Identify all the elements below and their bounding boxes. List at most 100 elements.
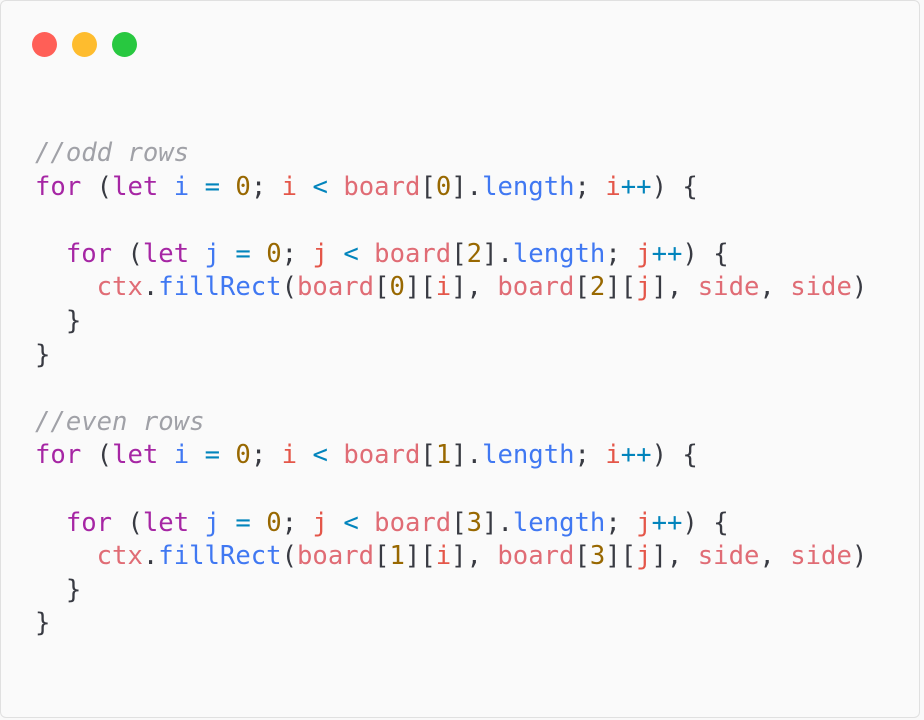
code-token-number: 1 xyxy=(389,541,405,572)
minimize-dot[interactable] xyxy=(72,32,97,57)
code-token-plain: ; xyxy=(250,171,282,202)
code-token-plain: [ xyxy=(574,272,590,303)
code-token-plain: ]. xyxy=(451,171,483,202)
code-token-plain: ][ xyxy=(605,541,637,572)
code-line: for (let j = 0; j < board[2].length; j++… xyxy=(35,238,867,272)
code-line: //odd rows xyxy=(35,137,867,171)
code-token-identifier: board xyxy=(297,272,375,303)
code-token-plain: } xyxy=(35,608,51,639)
code-line: } xyxy=(35,339,867,373)
code-token-variable: i xyxy=(281,171,298,202)
code-token-identifier: side xyxy=(790,541,852,572)
code-token-plain: ) xyxy=(851,272,868,303)
code-token-number: 0 xyxy=(389,272,405,303)
code-token-variable: j xyxy=(636,272,652,303)
code-token-plain: ; xyxy=(250,440,282,471)
close-dot[interactable] xyxy=(32,32,57,57)
code-token-number: 1 xyxy=(435,440,452,471)
zoom-dot[interactable] xyxy=(112,32,137,57)
code-token-identifier: side xyxy=(790,272,852,303)
code-token-operator: ++ xyxy=(651,238,683,269)
code-token-number: 2 xyxy=(466,238,483,269)
code-token-plain: [ xyxy=(451,238,467,269)
code-token-operator: < xyxy=(312,171,328,202)
code-token-plain: ) xyxy=(851,541,868,572)
code-token-plain: . xyxy=(142,272,159,303)
code-block[interactable]: //odd rows for (let i = 0; i < board[0].l… xyxy=(35,137,867,641)
code-token-variable: i xyxy=(605,171,621,202)
code-token-number: 0 xyxy=(235,440,251,471)
code-line: for (let i = 0; i < board[0].length; i++… xyxy=(35,171,867,205)
code-line: ctx.fillRect(board[1][i], board[3][j], s… xyxy=(35,540,868,574)
code-line: ​ xyxy=(35,204,867,238)
code-token-operator: = xyxy=(204,171,220,202)
code-token-identifier: board xyxy=(497,541,575,572)
code-token-plain: [ xyxy=(374,272,390,303)
code-token-plain: ]. xyxy=(482,507,513,538)
code-token-operator: ++ xyxy=(620,171,652,202)
code-token-plain: ) { xyxy=(682,238,729,269)
code-token-identifier: side xyxy=(697,541,760,572)
code-token-keyword: for xyxy=(35,440,82,471)
code-token-number: 0 xyxy=(235,171,251,202)
code-token-identifier: board xyxy=(297,541,375,572)
code-token-number: 2 xyxy=(589,272,606,303)
code-token-keyword: let xyxy=(112,440,159,471)
code-token-plain: ) { xyxy=(651,171,698,202)
code-token-property: length xyxy=(512,238,606,269)
code-token-plain: ]. xyxy=(482,238,513,269)
code-token-identifier: board xyxy=(343,440,421,471)
code-token-plain: ; xyxy=(281,238,313,269)
code-token-property: j xyxy=(204,238,220,269)
code-token-property: length xyxy=(482,440,575,471)
code-token-plain: , xyxy=(759,541,791,572)
code-line: } xyxy=(35,574,867,608)
code-token-variable: i xyxy=(281,440,298,471)
code-window: //odd rows for (let i = 0; i < board[0].l… xyxy=(0,0,920,718)
code-token-variable: j xyxy=(312,238,328,269)
code-token-number: 3 xyxy=(589,541,606,572)
code-token-variable: j xyxy=(312,507,328,538)
code-token-operator: < xyxy=(312,440,328,471)
code-token-property: length xyxy=(512,507,606,538)
code-token-operator: < xyxy=(343,238,359,269)
code-token-plain: ; xyxy=(281,507,313,538)
code-token-plain: ( xyxy=(81,171,113,202)
code-token-property: length xyxy=(482,171,575,202)
code-token-variable: i xyxy=(435,541,452,572)
code-token-variable: i xyxy=(605,440,621,471)
code-token-property: j xyxy=(204,507,220,538)
code-token-plain: [ xyxy=(574,541,590,572)
code-token-plain: ][ xyxy=(404,272,436,303)
code-token-function: fillRect xyxy=(158,541,282,572)
code-token-number: 0 xyxy=(435,171,452,202)
code-token-operator: = xyxy=(204,440,220,471)
code-token-plain: ; xyxy=(605,238,637,269)
code-token-property: i xyxy=(173,440,190,471)
code-token-plain: ( xyxy=(112,507,143,538)
code-token-plain: [ xyxy=(420,440,436,471)
code-token-plain: ( xyxy=(112,238,143,269)
code-token-plain: ; xyxy=(605,507,637,538)
code-token-number: 3 xyxy=(466,507,483,538)
code-token-identifier: board xyxy=(343,171,421,202)
code-token-operator: ++ xyxy=(620,440,652,471)
code-token-keyword: let xyxy=(112,171,159,202)
code-token-plain: [ xyxy=(451,507,467,538)
code-token-identifier: board xyxy=(374,507,452,538)
